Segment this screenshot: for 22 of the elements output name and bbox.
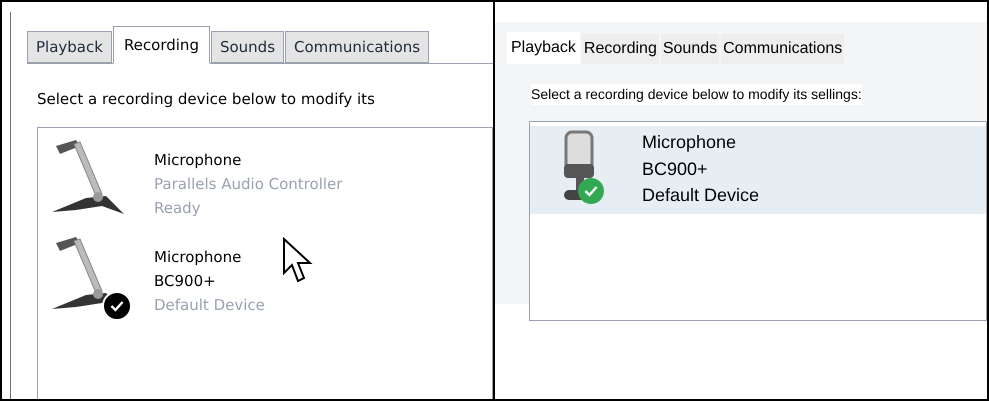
instruction-text: Select a recording device below to modify its sellings: <box>531 84 862 105</box>
device-row[interactable]: Microphone BC900+ Default Device <box>530 126 986 214</box>
tab[interactable]: Communications <box>721 34 844 64</box>
tab[interactable]: Sounds <box>660 34 720 64</box>
device-detail: Default Device <box>642 184 760 207</box>
tab[interactable]: Recording <box>112 26 210 64</box>
device-name: Microphone <box>154 246 242 268</box>
tab[interactable]: Sounds <box>210 31 284 63</box>
tab[interactable]: Communications <box>285 31 430 63</box>
tab[interactable]: Playback <box>27 31 112 63</box>
device-detail: Ready <box>154 198 202 218</box>
tab[interactable]: Recording <box>582 34 659 64</box>
device-detail: BC900+ <box>154 270 217 292</box>
tab[interactable]: Playback <box>507 32 580 64</box>
device-row[interactable]: Microphone Parallels Audio Controller Ready <box>38 134 492 230</box>
device-name: Microphone <box>642 131 738 154</box>
device-detail: Parallels Audio Controller <box>154 174 342 194</box>
device-name: Microphone <box>154 150 242 170</box>
instruction-text: Select a recording device below to modify its <box>37 89 376 110</box>
device-detail: Default Device <box>154 294 265 316</box>
device-detail: BC900+ <box>642 158 709 181</box>
device-row[interactable]: Microphone BC900+ Default Device <box>38 230 492 328</box>
